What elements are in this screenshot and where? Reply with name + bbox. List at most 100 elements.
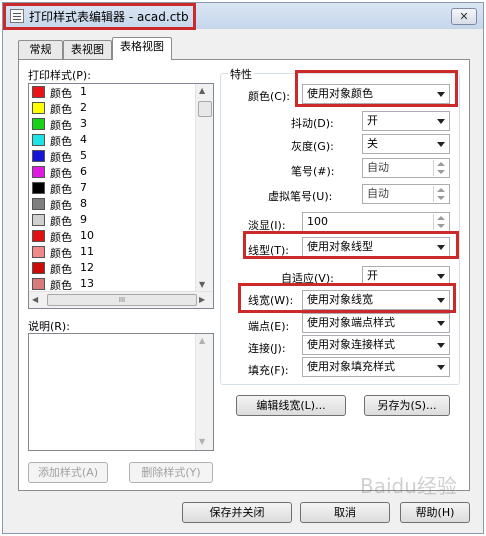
line-join-label: 连接(J): [248,342,286,355]
color-swatch [32,278,45,290]
tab-general[interactable]: 常规 [18,40,63,59]
fill-label: 填充(F): [248,364,289,377]
list-item-number: 8 [80,197,87,210]
list-item-name: 颜色 [50,263,72,276]
list-item[interactable]: 颜色 8 [30,196,194,212]
spinner-arrows-icon[interactable] [433,160,448,176]
add-style-button[interactable]: 添加样式(A) [28,462,108,483]
scroll-down-icon[interactable]: ▼ [199,280,205,289]
pen-number-value: 自动 [367,161,389,174]
edit-lineweights-button[interactable]: 编辑线宽(L)... [236,395,346,416]
list-item-number: 4 [80,133,87,146]
color-swatch [32,166,45,178]
tab-table-view[interactable]: 表视图 [63,40,112,59]
list-item-number: 6 [80,165,87,178]
list-item-number: 1 [80,85,87,98]
description-textarea[interactable] [28,333,214,451]
scroll-up-icon[interactable]: ▲ [199,336,205,345]
styles-list-vscroll[interactable]: ▲ ▼ [195,84,213,292]
close-button[interactable]: ✕ [451,8,477,25]
chevron-down-icon [437,274,445,279]
chevron-down-icon [437,343,445,348]
list-item[interactable]: 颜色 9 [30,212,194,228]
list-item-name: 颜色 [50,247,72,260]
list-item[interactable]: 颜色 7 [30,180,194,196]
scroll-down-icon[interactable]: ▼ [199,437,205,446]
list-item-name: 颜色 [50,215,72,228]
list-item[interactable]: 颜色 2 [30,100,194,116]
virtual-pen-spinner[interactable]: 自动 [362,184,450,204]
color-swatch [32,150,45,162]
scroll-right-icon[interactable]: ▶ [199,295,205,304]
scroll-thumb[interactable] [198,101,212,117]
list-item[interactable]: 颜色 4 [30,132,194,148]
list-item-number: 2 [80,101,87,114]
list-item-number: 12 [80,261,94,274]
grayscale-select[interactable]: 关 [362,134,450,154]
screening-value: 100 [307,215,328,228]
cancel-button[interactable]: 取消 [300,502,390,523]
list-item[interactable]: 颜色 6 [30,164,194,180]
fill-select-value: 使用对象填充样式 [307,360,395,373]
list-item-number: 3 [80,117,87,130]
list-item[interactable]: 颜色 3 [30,116,194,132]
highlight-box-lineweight [238,283,456,313]
line-join-select-value: 使用对象连接样式 [307,338,395,351]
scroll-up-icon[interactable]: ▲ [199,86,205,95]
list-item[interactable]: 颜色 11 [30,244,194,260]
chevron-down-icon [437,365,445,370]
color-swatch [32,246,45,258]
pen-number-spinner[interactable]: 自动 [362,158,450,178]
list-item-name: 颜色 [50,167,72,180]
list-item-number: 9 [80,213,87,226]
color-swatch [32,230,45,242]
scroll-left-icon[interactable]: ◀ [32,295,38,304]
virtual-pen-value: 自动 [367,187,389,200]
color-swatch [32,134,45,146]
screening-spinner[interactable]: 100 [302,212,450,232]
list-item-name: 颜色 [50,119,72,132]
color-swatch [32,102,45,114]
spinner-arrows-icon[interactable] [433,214,448,230]
list-item-number: 13 [80,277,94,290]
dither-label: 抖动(D): [291,117,334,130]
delete-style-button[interactable]: 删除样式(Y) [129,462,213,483]
list-item-number: 5 [80,149,87,162]
color-swatch [32,86,45,98]
grayscale-label: 灰度(G): [291,140,334,153]
description-vscroll[interactable]: ▲ ▼ [195,334,213,450]
dither-select-value: 开 [367,114,378,127]
list-item[interactable]: 颜色 1 [30,84,194,100]
list-item-name: 颜色 [50,199,72,212]
list-item-number: 7 [80,181,87,194]
pen-number-label: 笔号(#): [291,165,335,178]
list-item[interactable]: 颜色 10 [30,228,194,244]
properties-group-title: 特性 [228,66,254,82]
styles-list-hscroll[interactable]: ◀ III ▶ [29,291,213,308]
list-item-name: 颜色 [50,183,72,196]
tab-form-view[interactable]: 表格视图 [112,37,172,60]
list-item-name: 颜色 [50,135,72,148]
line-end-select-value: 使用对象端点样式 [307,316,395,329]
save-and-close-button[interactable]: 保存并关闭 [182,502,292,523]
list-item[interactable]: 颜色 13 [30,276,194,292]
save-as-button[interactable]: 另存为(S)... [364,395,450,416]
line-join-select[interactable]: 使用对象连接样式 [302,335,450,355]
adaptive-select-value: 开 [367,269,378,282]
color-swatch [32,262,45,274]
dither-select[interactable]: 开 [362,111,450,131]
chevron-down-icon [437,321,445,326]
help-button[interactable]: 帮助(H) [400,502,470,523]
color-label: 颜色(C): [248,90,290,103]
fill-select[interactable]: 使用对象填充样式 [302,357,450,377]
hscroll-thumb[interactable]: III [47,294,197,306]
color-swatch [32,214,45,226]
line-end-select[interactable]: 使用对象端点样式 [302,313,450,333]
chevron-down-icon [437,142,445,147]
highlight-box-color [295,70,458,107]
list-item[interactable]: 颜色 12 [30,260,194,276]
highlight-box-title [3,3,196,30]
list-item[interactable]: 颜色 5 [30,148,194,164]
color-swatch [32,198,45,210]
spinner-arrows-icon[interactable] [433,186,448,202]
